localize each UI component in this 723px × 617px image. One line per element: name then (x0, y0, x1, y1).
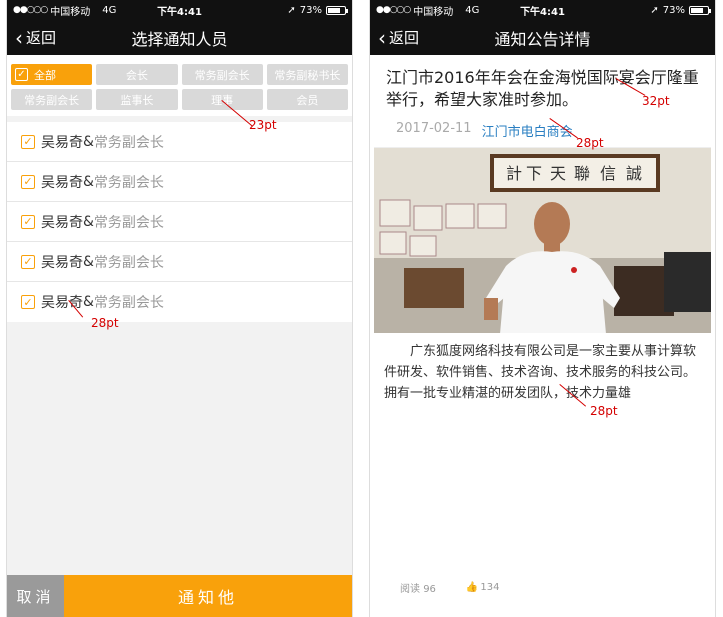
battery-percent: 73% (662, 4, 685, 16)
filter-label: 会员 (296, 93, 319, 107)
member-separator: & (83, 294, 94, 310)
signal-icon: ●●○○○ (13, 5, 48, 15)
checkbox-checked-icon[interactable]: ✓ (21, 214, 35, 229)
member-role: 常务副会长 (93, 134, 164, 151)
carrier-label: 中国移动 (50, 6, 91, 18)
filter-label: 全部 (34, 68, 56, 82)
member-row[interactable]: ✓ 吴易奇 & 常务副会长 (7, 242, 352, 282)
annotation-member-size: 28pt (91, 316, 119, 330)
status-bar: ●●○○○ 中国移动 4G 下午4:41 ➚ 73% (370, 0, 715, 20)
svg-text:聯: 聯 (574, 164, 590, 183)
carrier-label: 中国移动 (413, 6, 454, 18)
checkbox-checked-icon[interactable]: ✓ (21, 295, 35, 309)
location-arrow-icon: ➚ (287, 4, 296, 16)
battery-icon (326, 5, 348, 15)
member-role: 常务副会长 (93, 214, 164, 231)
role-filter-chip[interactable]: 常务副秘书长 (266, 64, 348, 85)
checkbox-checked-icon[interactable]: ✓ (21, 134, 35, 149)
read-label: 阅读 (400, 584, 420, 595)
battery-icon (689, 5, 711, 15)
member-separator: & (83, 253, 94, 270)
chevron-left-icon: ‹ (15, 25, 23, 50)
back-label: 返回 (26, 29, 57, 47)
annotation-title-size: 32pt (642, 94, 670, 108)
page-title: 通知公告详情 (494, 29, 591, 49)
member-separator: & (83, 173, 94, 190)
battery-fill (691, 7, 703, 13)
role-filter-chip[interactable]: 会长 (96, 64, 178, 85)
read-count-value: 96 (423, 584, 436, 595)
filter-label: 会长 (125, 68, 148, 82)
article-body: 广东狐度网络科技有限公司是一家主要从事计算软件研发、软件销售、技术咨询、技术服务… (384, 344, 697, 401)
filter-label: 常务副会长 (194, 68, 250, 82)
member-role: 常务副会长 (93, 174, 164, 191)
member-role: 常务副会长 (93, 295, 164, 311)
checkbox-checked-icon: ✓ (15, 68, 28, 81)
back-label: 返回 (389, 29, 420, 47)
article-stats: 阅读 96 👍 134 (400, 580, 499, 595)
signal-icon: ●●○○○ (376, 5, 411, 15)
photo-illustration: 計下天 聯信誠 (374, 148, 711, 333)
page-title: 选择通知人员 (131, 29, 228, 49)
member-row[interactable]: ✓ 吴易奇 & 常务副会长 (7, 162, 352, 202)
back-button[interactable]: ‹ 返回 (7, 27, 56, 48)
svg-text:信: 信 (600, 164, 616, 183)
notify-button[interactable]: 通知他 (64, 575, 352, 617)
checkbox-checked-icon[interactable]: ✓ (21, 174, 35, 189)
role-filter-chip[interactable]: ✓ 全部 (11, 64, 93, 85)
svg-text:誠: 誠 (626, 164, 642, 183)
member-name: 吴易奇 (41, 134, 83, 151)
nav-bar: ‹ 返回 通知公告详情 (370, 20, 715, 55)
checkbox-checked-icon[interactable]: ✓ (21, 254, 35, 269)
left-screen: ●●○○○ 中国移动 4G 下午4:41 ➚ 73% ‹ 返回 选择通知人员 ✓… (6, 0, 353, 617)
article-date: 2017-02-11 (396, 121, 472, 136)
right-screen: ●●○○○ 中国移动 4G 下午4:41 ➚ 73% ‹ 返回 通知公告详情 江… (369, 0, 716, 617)
role-filter-chip[interactable]: 会员 (266, 89, 348, 110)
back-button[interactable]: ‹ 返回 (370, 27, 419, 48)
svg-text:計: 計 (506, 164, 522, 183)
role-filter-grid: ✓全部会长常务副会长常务副秘书长常务副会长监事长理事会员 (7, 55, 352, 116)
nav-bar: ‹ 返回 选择通知人员 (7, 20, 352, 55)
filter-label: 监事长 (120, 93, 154, 107)
member-name: 吴易奇 (41, 254, 83, 271)
member-separator: & (83, 213, 94, 230)
annotation-source-size: 28pt (576, 136, 604, 150)
thumbs-up-icon: 👍 (465, 582, 479, 593)
filter-label: 常务副会长 (24, 93, 80, 107)
status-bar: ●●○○○ 中国移动 4G 下午4:41 ➚ 73% (7, 0, 352, 20)
member-role: 常务副会长 (93, 254, 164, 271)
article-meta: 2017-02-11 江门市电白商会 (370, 111, 715, 147)
network-label: 4G (102, 4, 117, 16)
like-button[interactable]: 👍 134 (466, 580, 500, 595)
battery-percent: 73% (299, 4, 322, 16)
member-name: 吴易奇 (41, 214, 83, 231)
annotation-filter-size: 23pt (249, 118, 277, 132)
svg-text:天: 天 (550, 164, 566, 183)
member-separator: & (83, 133, 94, 150)
location-arrow-icon: ➚ (650, 4, 659, 16)
member-list: ✓ 吴易奇 & 常务副会长 ✓ 吴易奇 & 常务副会长 ✓ 吴易奇 & 常务副会长 ✓ 吴易奇 & 常务副会长… (7, 122, 352, 322)
network-label: 4G (465, 4, 480, 16)
role-filter-chip[interactable]: 监事长 (96, 89, 178, 110)
annotation-body-size: 28pt (590, 404, 618, 418)
role-filter-chip[interactable]: 常务副会长 (11, 89, 93, 110)
member-row[interactable]: ✓ 吴易奇 & 常务副会长 (7, 122, 352, 162)
cancel-button[interactable]: 取消 (7, 575, 64, 617)
read-count: 阅读 96 (400, 580, 436, 595)
member-row[interactable]: ✓ 吴易奇 & 常务副会长 (7, 202, 352, 242)
filter-label: 常务副秘书长 (274, 68, 341, 82)
bottom-action-bar: 取消 通知他 (7, 575, 352, 617)
like-count: 134 (480, 582, 500, 593)
chevron-left-icon: ‹ (378, 25, 386, 50)
role-filter-chip[interactable]: 常务副会长 (181, 64, 263, 85)
battery-fill (328, 7, 340, 13)
article-photo: 計下天 聯信誠 (374, 147, 711, 333)
member-row[interactable]: ✓ 吴易奇 & 常务副会长 (7, 282, 352, 322)
svg-text:下: 下 (526, 164, 542, 183)
member-name: 吴易奇 (41, 174, 83, 191)
